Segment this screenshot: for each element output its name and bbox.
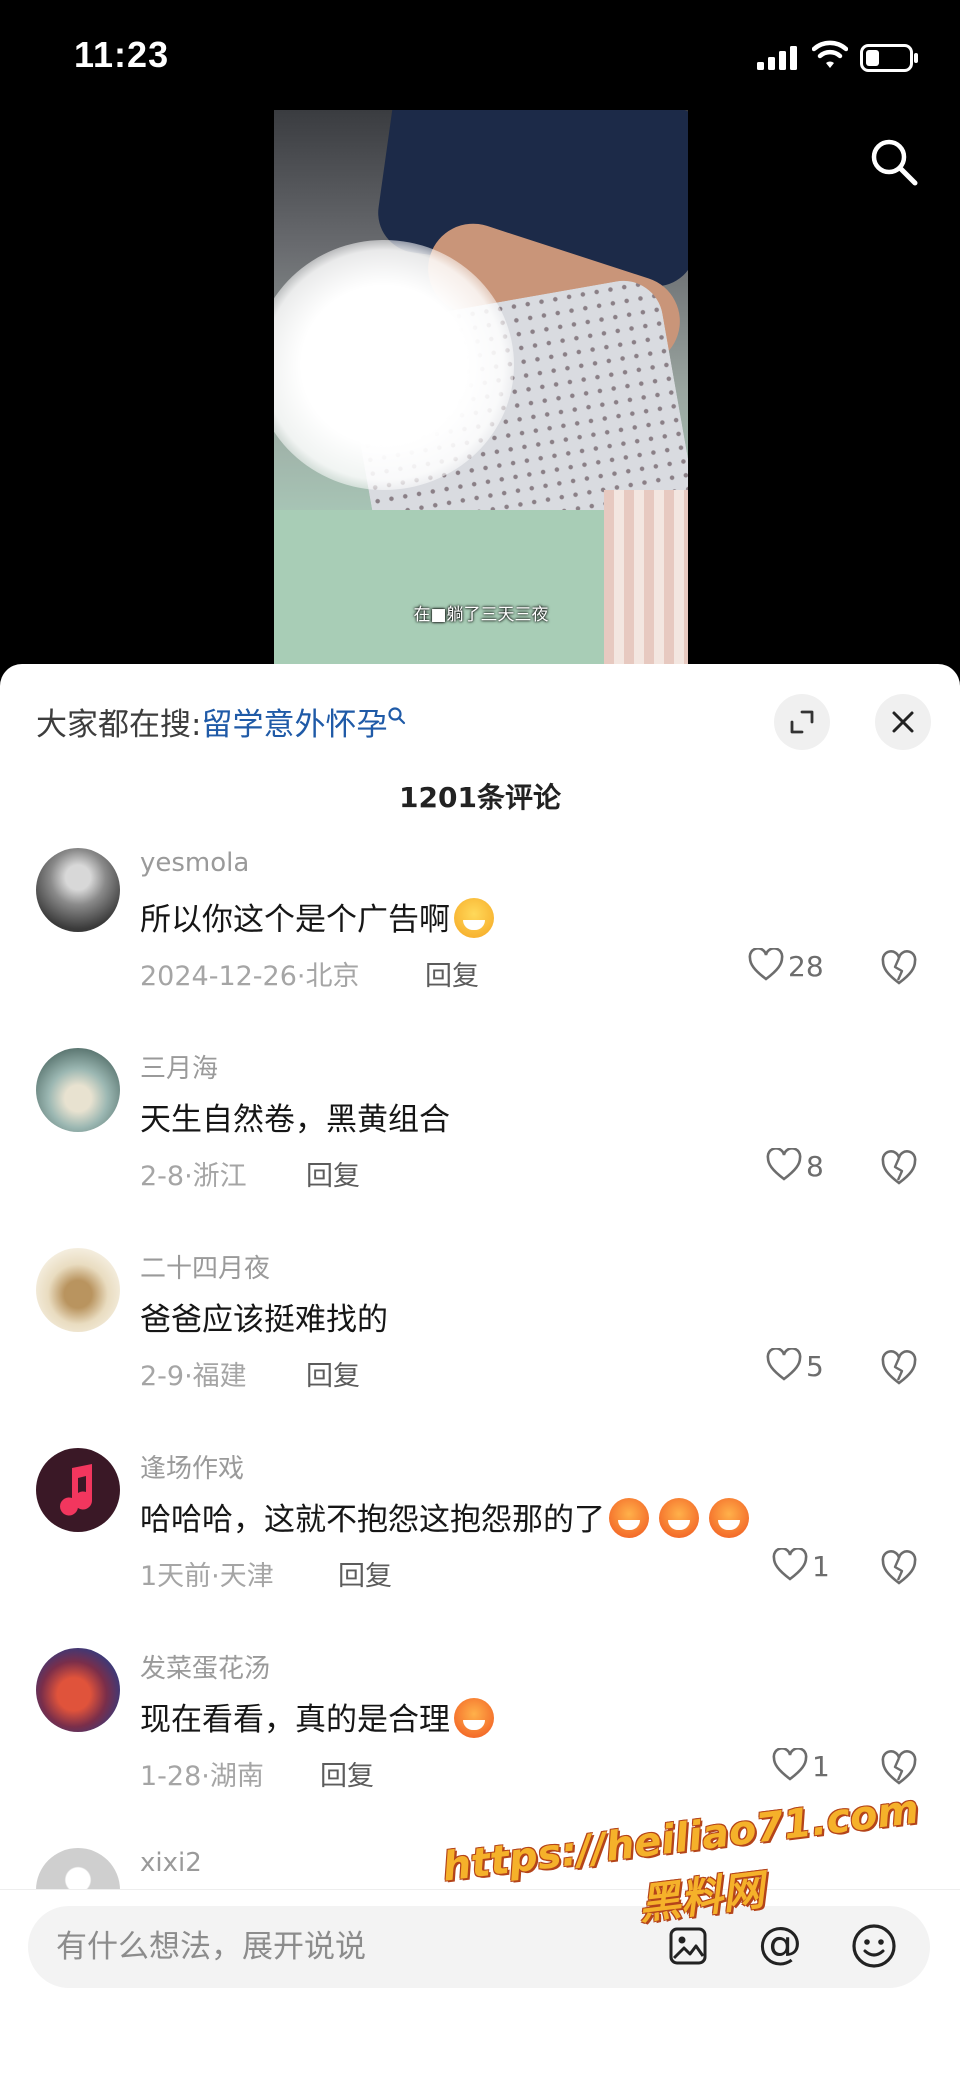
comment-meta: 2024-12-26·北京 [140, 961, 360, 992]
like-button[interactable]: 5 [766, 1347, 824, 1392]
reply-button[interactable]: 回复 [320, 1754, 374, 1793]
music-note-icon [60, 1464, 93, 1516]
comment-text-content: 现在看看，真的是合理 [140, 1702, 450, 1738]
like-button[interactable]: 1 [772, 1747, 830, 1792]
comment-item: 二十四月夜 爸爸应该挺难找的 2-9·福建 回复 5 [0, 1248, 960, 1448]
comment-meta: 1天前·天津 [140, 1561, 274, 1592]
avatar[interactable] [36, 848, 120, 932]
at-mention-icon[interactable]: @ [758, 1918, 802, 1969]
trending-query-link[interactable]: 留学意外怀孕 [201, 707, 387, 743]
dislike-broken-heart-icon[interactable] [880, 950, 918, 986]
emoji-icon[interactable] [850, 1922, 898, 1970]
like-button[interactable]: 28 [748, 947, 824, 992]
trending-prefix: 大家都在搜: [36, 707, 202, 743]
comment-username[interactable]: 发菜蛋花汤 [140, 1648, 270, 1685]
like-count: 28 [788, 950, 824, 983]
close-icon [892, 711, 914, 733]
comment-text: 哈哈哈，这就不抱怨这抱怨那的了 [140, 1494, 749, 1539]
status-time: 11:23 [74, 34, 170, 75]
avatar[interactable] [36, 1048, 120, 1132]
angry-laugh-emoji-icon [454, 1698, 494, 1738]
search-icon[interactable] [868, 136, 920, 188]
comment-text: 天生自然卷，黑黄组合 [140, 1102, 450, 1138]
comment-username[interactable]: 逢场作戏 [140, 1448, 244, 1485]
video-frame: 在■躺了三天三夜 [274, 110, 688, 670]
avatar[interactable] [36, 1448, 120, 1532]
comment-meta: 1-28·湖南 [140, 1761, 264, 1792]
like-count: 5 [806, 1350, 824, 1383]
image-icon[interactable] [668, 1926, 708, 1966]
like-button[interactable]: 8 [766, 1147, 824, 1192]
heart-icon [772, 1547, 808, 1581]
comment-text-content: 所以你这个是个广告啊 [140, 902, 450, 938]
like-count: 8 [806, 1150, 824, 1183]
avatar[interactable] [36, 1648, 120, 1732]
reply-button[interactable]: 回复 [338, 1554, 392, 1593]
like-count: 1 [812, 1750, 830, 1783]
comment-username[interactable]: 三月海 [140, 1048, 218, 1085]
video-caption: 在■躺了三天三夜 [413, 605, 549, 625]
comment-username[interactable]: xixi2 [140, 1848, 202, 1878]
expand-icon [790, 710, 814, 734]
dislike-broken-heart-icon[interactable] [880, 1350, 918, 1386]
wifi-icon [812, 40, 848, 68]
heart-icon [766, 1347, 802, 1381]
battery-icon [860, 44, 918, 72]
comment-meta: 2-8·浙江 [140, 1161, 247, 1192]
comment-text-content: 哈哈哈，这就不抱怨这抱怨那的了 [140, 1502, 605, 1538]
comment-count: 1201条评论 [399, 781, 561, 814]
dislike-broken-heart-icon[interactable] [880, 1550, 918, 1586]
dislike-broken-heart-icon[interactable] [880, 1150, 918, 1186]
comment-meta: 2-9·福建 [140, 1361, 247, 1392]
angry-laugh-emoji-icon [659, 1498, 699, 1538]
like-button[interactable]: 1 [772, 1547, 830, 1592]
heart-icon [766, 1147, 802, 1181]
comment-text: 现在看看，真的是合理 [140, 1694, 494, 1739]
angry-laugh-emoji-icon [609, 1498, 649, 1538]
comment-username[interactable]: 二十四月夜 [140, 1248, 270, 1285]
signal-icon [757, 46, 797, 70]
avatar[interactable] [36, 1248, 120, 1332]
comment-item: yesmola 所以你这个是个广告啊 2024-12-26·北京 回复 28 [0, 848, 960, 1048]
reply-button[interactable]: 回复 [425, 954, 479, 993]
angry-laugh-emoji-icon [709, 1498, 749, 1538]
video-player[interactable]: 在■躺了三天三夜 [0, 110, 960, 670]
comment-item: 逢场作戏 哈哈哈，这就不抱怨这抱怨那的了 1天前·天津 回复 1 [0, 1448, 960, 1648]
comment-text: 所以你这个是个广告啊 [140, 894, 494, 939]
comment-username[interactable]: yesmola [140, 848, 249, 878]
search-icon [388, 707, 406, 725]
heart-icon [748, 947, 784, 981]
close-button[interactable] [875, 694, 931, 750]
reply-button[interactable]: 回复 [306, 1354, 360, 1393]
status-bar: 11:23 [0, 0, 960, 110]
video-scene-pillow [604, 490, 688, 670]
comment-item: 三月海 天生自然卷，黑黄组合 2-8·浙江 回复 8 [0, 1048, 960, 1248]
laugh-emoji-icon [454, 898, 494, 938]
comment-text: 爸爸应该挺难找的 [140, 1302, 388, 1338]
dislike-broken-heart-icon[interactable] [880, 1750, 918, 1786]
trending-search[interactable]: 大家都在搜:留学意外怀孕 [36, 700, 407, 750]
expand-button[interactable] [774, 694, 830, 750]
reply-button[interactable]: 回复 [306, 1154, 360, 1193]
heart-icon [772, 1747, 808, 1781]
like-count: 1 [812, 1550, 830, 1583]
